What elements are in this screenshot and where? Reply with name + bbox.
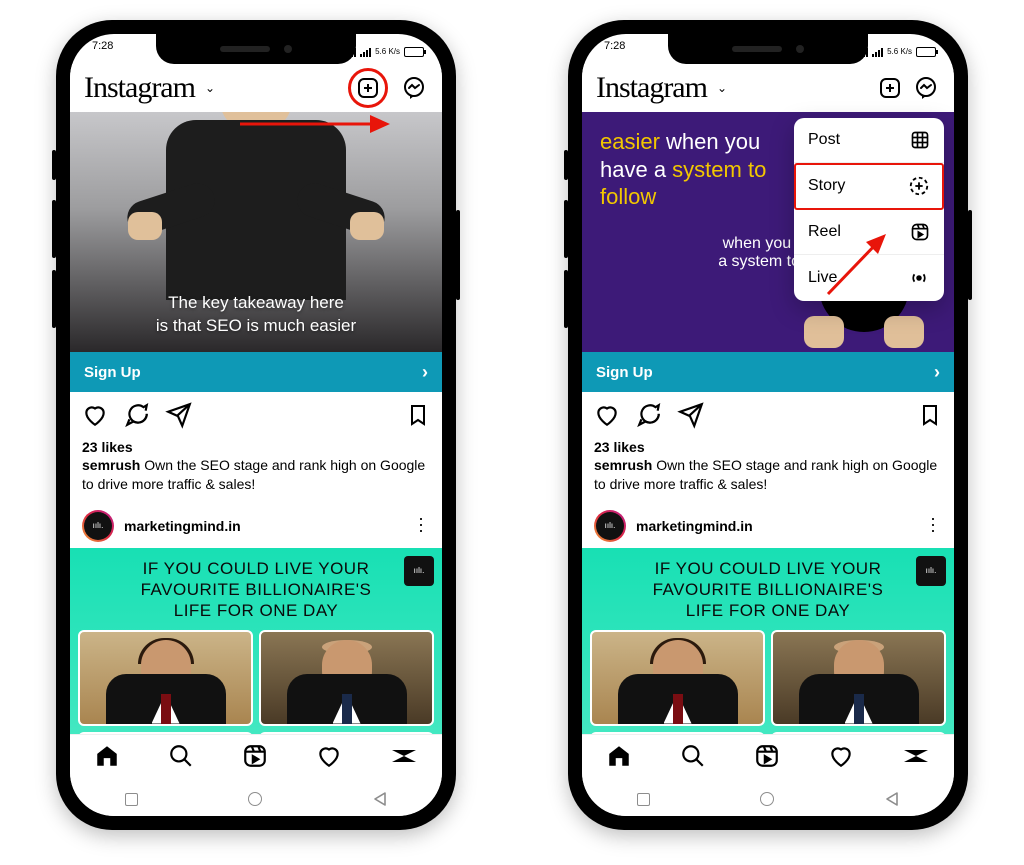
like-button[interactable] <box>594 402 620 433</box>
nav-activity[interactable] <box>828 743 854 774</box>
system-nav <box>70 782 442 816</box>
more-options-button[interactable]: ⋯ <box>922 516 943 535</box>
nav-search[interactable] <box>680 743 706 774</box>
messenger-button[interactable] <box>912 74 940 102</box>
chevron-right-icon: › <box>422 362 428 383</box>
status-net: 5.6 K/s <box>375 48 400 56</box>
avatar[interactable]: ıılı. <box>82 510 114 542</box>
bottom-nav <box>582 734 954 782</box>
annotation-arrow-2 <box>816 234 886 304</box>
cta-label: Sign Up <box>596 364 653 381</box>
video-caption-line1: The key takeaway here <box>156 292 356 315</box>
brand-badge: ıılı. <box>404 556 434 586</box>
cta-button[interactable]: Sign Up › <box>582 352 954 392</box>
nav-profile[interactable] <box>902 746 930 771</box>
caption-user[interactable]: semrush <box>82 457 140 473</box>
reel-icon <box>910 222 930 242</box>
sys-home[interactable] <box>760 792 774 806</box>
sys-recents[interactable] <box>637 793 650 806</box>
video-caption-line2: is that SEO is much easier <box>156 315 356 338</box>
menu-story-label: Story <box>808 177 845 195</box>
promo-text: easier when you have a system to follow <box>600 128 810 211</box>
annotation-circle <box>348 68 388 108</box>
sys-back[interactable] <box>373 792 387 806</box>
status-time: 7:28 <box>92 40 113 64</box>
sys-recents[interactable] <box>125 793 138 806</box>
caption-user[interactable]: semrush <box>594 457 652 473</box>
portrait-adani <box>590 630 765 726</box>
phone-left: 7:28 5.6 K/s Instagram ⌄ <box>56 20 456 830</box>
more-options-button[interactable]: ⋯ <box>410 516 431 535</box>
system-nav <box>582 782 954 816</box>
grid-icon <box>910 130 930 150</box>
nav-home[interactable] <box>94 743 120 774</box>
story-icon <box>908 175 930 197</box>
portrait-bezos <box>259 630 434 726</box>
post-caption[interactable]: semrush Own the SEO stage and rank high … <box>582 455 954 504</box>
headline-l3: LIFE FOR ONE DAY <box>590 600 946 621</box>
post-media-2[interactable]: ıılı. IF YOU COULD LIVE YOUR FAVOURITE B… <box>70 548 442 734</box>
annotation-arrow <box>240 112 390 136</box>
status-net: 5.6 K/s <box>887 48 912 56</box>
chevron-right-icon: › <box>934 362 940 383</box>
post-caption[interactable]: semrush Own the SEO stage and rank high … <box>70 455 442 504</box>
phone-right: 7:28 5.6 K/s Instagram ⌄ <box>568 20 968 830</box>
chevron-down-icon[interactable]: ⌄ <box>205 81 215 95</box>
likes-count[interactable]: 23 likes <box>582 439 954 455</box>
save-button[interactable] <box>918 403 942 432</box>
app-header: Instagram ⌄ <box>582 64 954 112</box>
headline-l3: LIFE FOR ONE DAY <box>78 600 434 621</box>
likes-count[interactable]: 23 likes <box>70 439 442 455</box>
instagram-logo[interactable]: Instagram <box>596 71 707 105</box>
live-icon <box>908 267 930 289</box>
instagram-logo[interactable]: Instagram <box>84 71 195 105</box>
create-button[interactable] <box>876 74 904 102</box>
headline-l2: FAVOURITE BILLIONAIRE'S <box>590 579 946 600</box>
nav-reels[interactable] <box>754 743 780 774</box>
cta-button[interactable]: Sign Up › <box>70 352 442 392</box>
nav-search[interactable] <box>168 743 194 774</box>
menu-post[interactable]: Post <box>794 118 944 163</box>
share-button[interactable] <box>678 402 704 433</box>
bottom-nav <box>70 734 442 782</box>
comment-button[interactable] <box>124 402 150 433</box>
post-username[interactable]: marketingmind.in <box>636 518 913 534</box>
portrait-bezos <box>771 630 946 726</box>
post-username[interactable]: marketingmind.in <box>124 518 401 534</box>
status-time: 7:28 <box>604 40 625 64</box>
brand-badge: ıılı. <box>916 556 946 586</box>
chevron-down-icon[interactable]: ⌄ <box>717 81 727 95</box>
sys-home[interactable] <box>248 792 262 806</box>
headline-l2: FAVOURITE BILLIONAIRE'S <box>78 579 434 600</box>
battery-icon <box>404 47 424 57</box>
cta-label: Sign Up <box>84 364 141 381</box>
share-button[interactable] <box>166 402 192 433</box>
nav-reels[interactable] <box>242 743 268 774</box>
comment-button[interactable] <box>636 402 662 433</box>
nav-home[interactable] <box>606 743 632 774</box>
save-button[interactable] <box>406 403 430 432</box>
battery-icon <box>916 47 936 57</box>
nav-activity[interactable] <box>316 743 342 774</box>
avatar[interactable]: ıılı. <box>594 510 626 542</box>
like-button[interactable] <box>82 402 108 433</box>
headline-l1: IF YOU COULD LIVE YOUR <box>78 558 434 579</box>
headline-l1: IF YOU COULD LIVE YOUR <box>590 558 946 579</box>
menu-post-label: Post <box>808 131 840 149</box>
sys-back[interactable] <box>885 792 899 806</box>
portrait-adani <box>78 630 253 726</box>
create-button[interactable] <box>354 74 382 102</box>
messenger-button[interactable] <box>400 74 428 102</box>
nav-profile[interactable] <box>390 746 418 771</box>
post-media[interactable]: The key takeaway here is that SEO is muc… <box>70 112 442 352</box>
post-media-2[interactable]: ıılı. IF YOU COULD LIVE YOUR FAVOURITE B… <box>582 548 954 734</box>
app-header: Instagram ⌄ <box>70 64 442 112</box>
menu-story[interactable]: Story <box>794 163 944 210</box>
